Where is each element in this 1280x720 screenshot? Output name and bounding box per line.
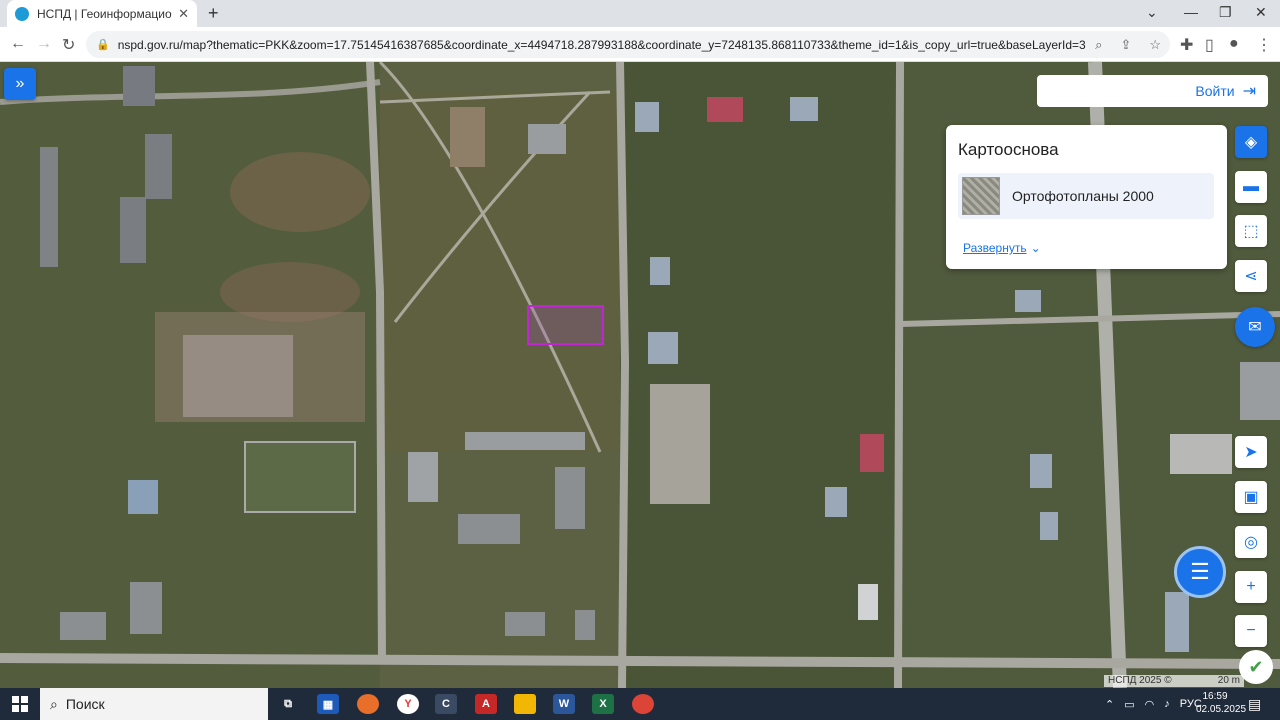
clock-time: 16:59 [1202,691,1228,702]
lock-icon: 🔒 [96,39,110,51]
zoom-in-button[interactable]: + [1235,571,1267,603]
yandex-browser-icon[interactable]: Y [397,694,419,714]
basemap-panel-title: Картооснова [958,140,1059,159]
layer-thumbnail [962,177,1000,215]
menu-button[interactable]: ☰ [1174,546,1226,598]
bare-ground [230,152,370,232]
login-button[interactable]: Войти ⇥ [1037,75,1268,107]
windows-taskbar: ⌕ Поиск ⧉ ▦ Y C A W X ⌃ ▭ ◠ ♪ РУС 16:59 … [0,688,1280,720]
back-icon[interactable]: ← [10,35,26,53]
share-map-icon[interactable]: ⋖ [1235,260,1267,292]
share-icon[interactable]: ⇪ [1120,37,1131,53]
locate-me-icon[interactable]: ➤ [1235,436,1267,468]
extensions-icon[interactable]: ✚ [1180,35,1193,55]
site-favicon-icon [15,6,29,21]
system-tray: ⌃ ▭ ◠ ♪ РУС [1100,688,1207,720]
login-icon: ⇥ [1242,83,1256,100]
cadastral-parcel-outline[interactable] [527,305,604,345]
browser-menu-icon[interactable]: ⋮ [1256,35,1272,55]
search-icon: ⌕ [50,695,58,712]
reload-icon[interactable]: ↻ [62,35,75,55]
search-icon[interactable]: ⌕ [1095,37,1102,53]
active-browser-icon[interactable]: C [435,694,457,714]
browser-tab-bar: НСПД | Геоинформационный п ✕ + ⌄ — ❐ ✕ [0,0,1280,27]
file-explorer-icon[interactable] [514,694,536,714]
basemap-layer-item[interactable]: Ортофотопланы 2000 [958,173,1214,219]
tab-search-icon[interactable]: ⌄ [1146,4,1158,21]
map-attribution: НСПД 2025 © 20 m [1104,675,1244,687]
shield-check-icon[interactable]: ✔ [1239,650,1273,684]
profile-icon[interactable]: ● [1229,35,1239,53]
map-canvas[interactable]: » Войти ⇥ Картооснова Ортофотопланы 2000… [0,62,1280,688]
side-panel-icon[interactable]: ▯ [1205,35,1214,55]
clock[interactable]: 16:59 02.05.2025 [1196,690,1247,716]
excel-icon[interactable]: X [592,694,614,714]
area-select-icon[interactable]: ⬚ [1235,215,1267,247]
expand-label: Развернуть [963,241,1027,255]
close-window-icon[interactable]: ✕ [1255,4,1267,21]
url-text: nspd.gov.ru/map?thematic=PKK&zoom=17.751… [117,37,1087,52]
address-bar[interactable]: 🔒 nspd.gov.ru/map?thematic=PKK&zoom=17.7… [86,31,1170,58]
tab-title: НСПД | Геоинформационный п [37,6,172,21]
wifi-icon[interactable]: ◠ [1145,698,1155,711]
word-icon[interactable]: W [553,694,575,714]
acrobat-icon[interactable]: A [475,694,497,714]
notifications-icon[interactable]: ▤ [1248,696,1261,713]
taskbar-search-placeholder: Поиск [65,696,105,712]
clock-date: 02.05.2025 [1196,704,1247,715]
new-tab-icon[interactable]: + [208,3,219,24]
app-icon[interactable]: ▦ [317,694,339,714]
attribution-text: НСПД 2025 © [1108,675,1172,686]
windows-start-icon[interactable] [12,696,28,712]
firefox-icon[interactable] [357,694,379,714]
zoom-out-button[interactable]: − [1235,615,1267,647]
close-tab-icon[interactable]: ✕ [178,6,189,22]
expand-link[interactable]: Развернуть ⌄ [963,241,1041,255]
task-view-icon[interactable]: ⧉ [277,694,299,714]
chrome-icon[interactable] [632,694,654,714]
basemap-panel: Картооснова Ортофотопланы 2000 Развернут… [946,125,1227,269]
expand-sidebar-button[interactable]: » [4,68,36,100]
minimap-icon[interactable]: ▣ [1235,481,1267,513]
scale-label: 20 m [1217,675,1240,686]
browser-tab[interactable]: НСПД | Геоинформационный п ✕ [7,0,197,27]
forward-icon[interactable]: → [36,35,52,53]
bookmark-star-icon[interactable]: ☆ [1149,37,1161,53]
ruler-icon[interactable]: ▬ [1235,171,1267,203]
layers-toggle-button[interactable]: ◈ [1235,126,1267,158]
network-icon[interactable]: ▭ [1124,698,1134,711]
minimize-icon[interactable]: — [1184,4,1198,20]
browser-toolbar: ← → ↻ 🔒 nspd.gov.ru/map?thematic=PKK&zoo… [0,27,1280,62]
maximize-icon[interactable]: ❐ [1219,4,1232,21]
geolocation-target-icon[interactable]: ◎ [1235,526,1267,558]
chat-assistant-icon[interactable]: ✉ [1235,307,1275,347]
chevron-down-icon: ⌄ [1030,241,1041,255]
tray-chevron-icon[interactable]: ⌃ [1105,698,1114,711]
login-label: Войти [1195,83,1235,99]
volume-icon[interactable]: ♪ [1164,698,1170,710]
taskbar-search[interactable]: ⌕ Поиск [40,688,268,720]
layer-name: Ортофотопланы 2000 [1012,188,1154,204]
